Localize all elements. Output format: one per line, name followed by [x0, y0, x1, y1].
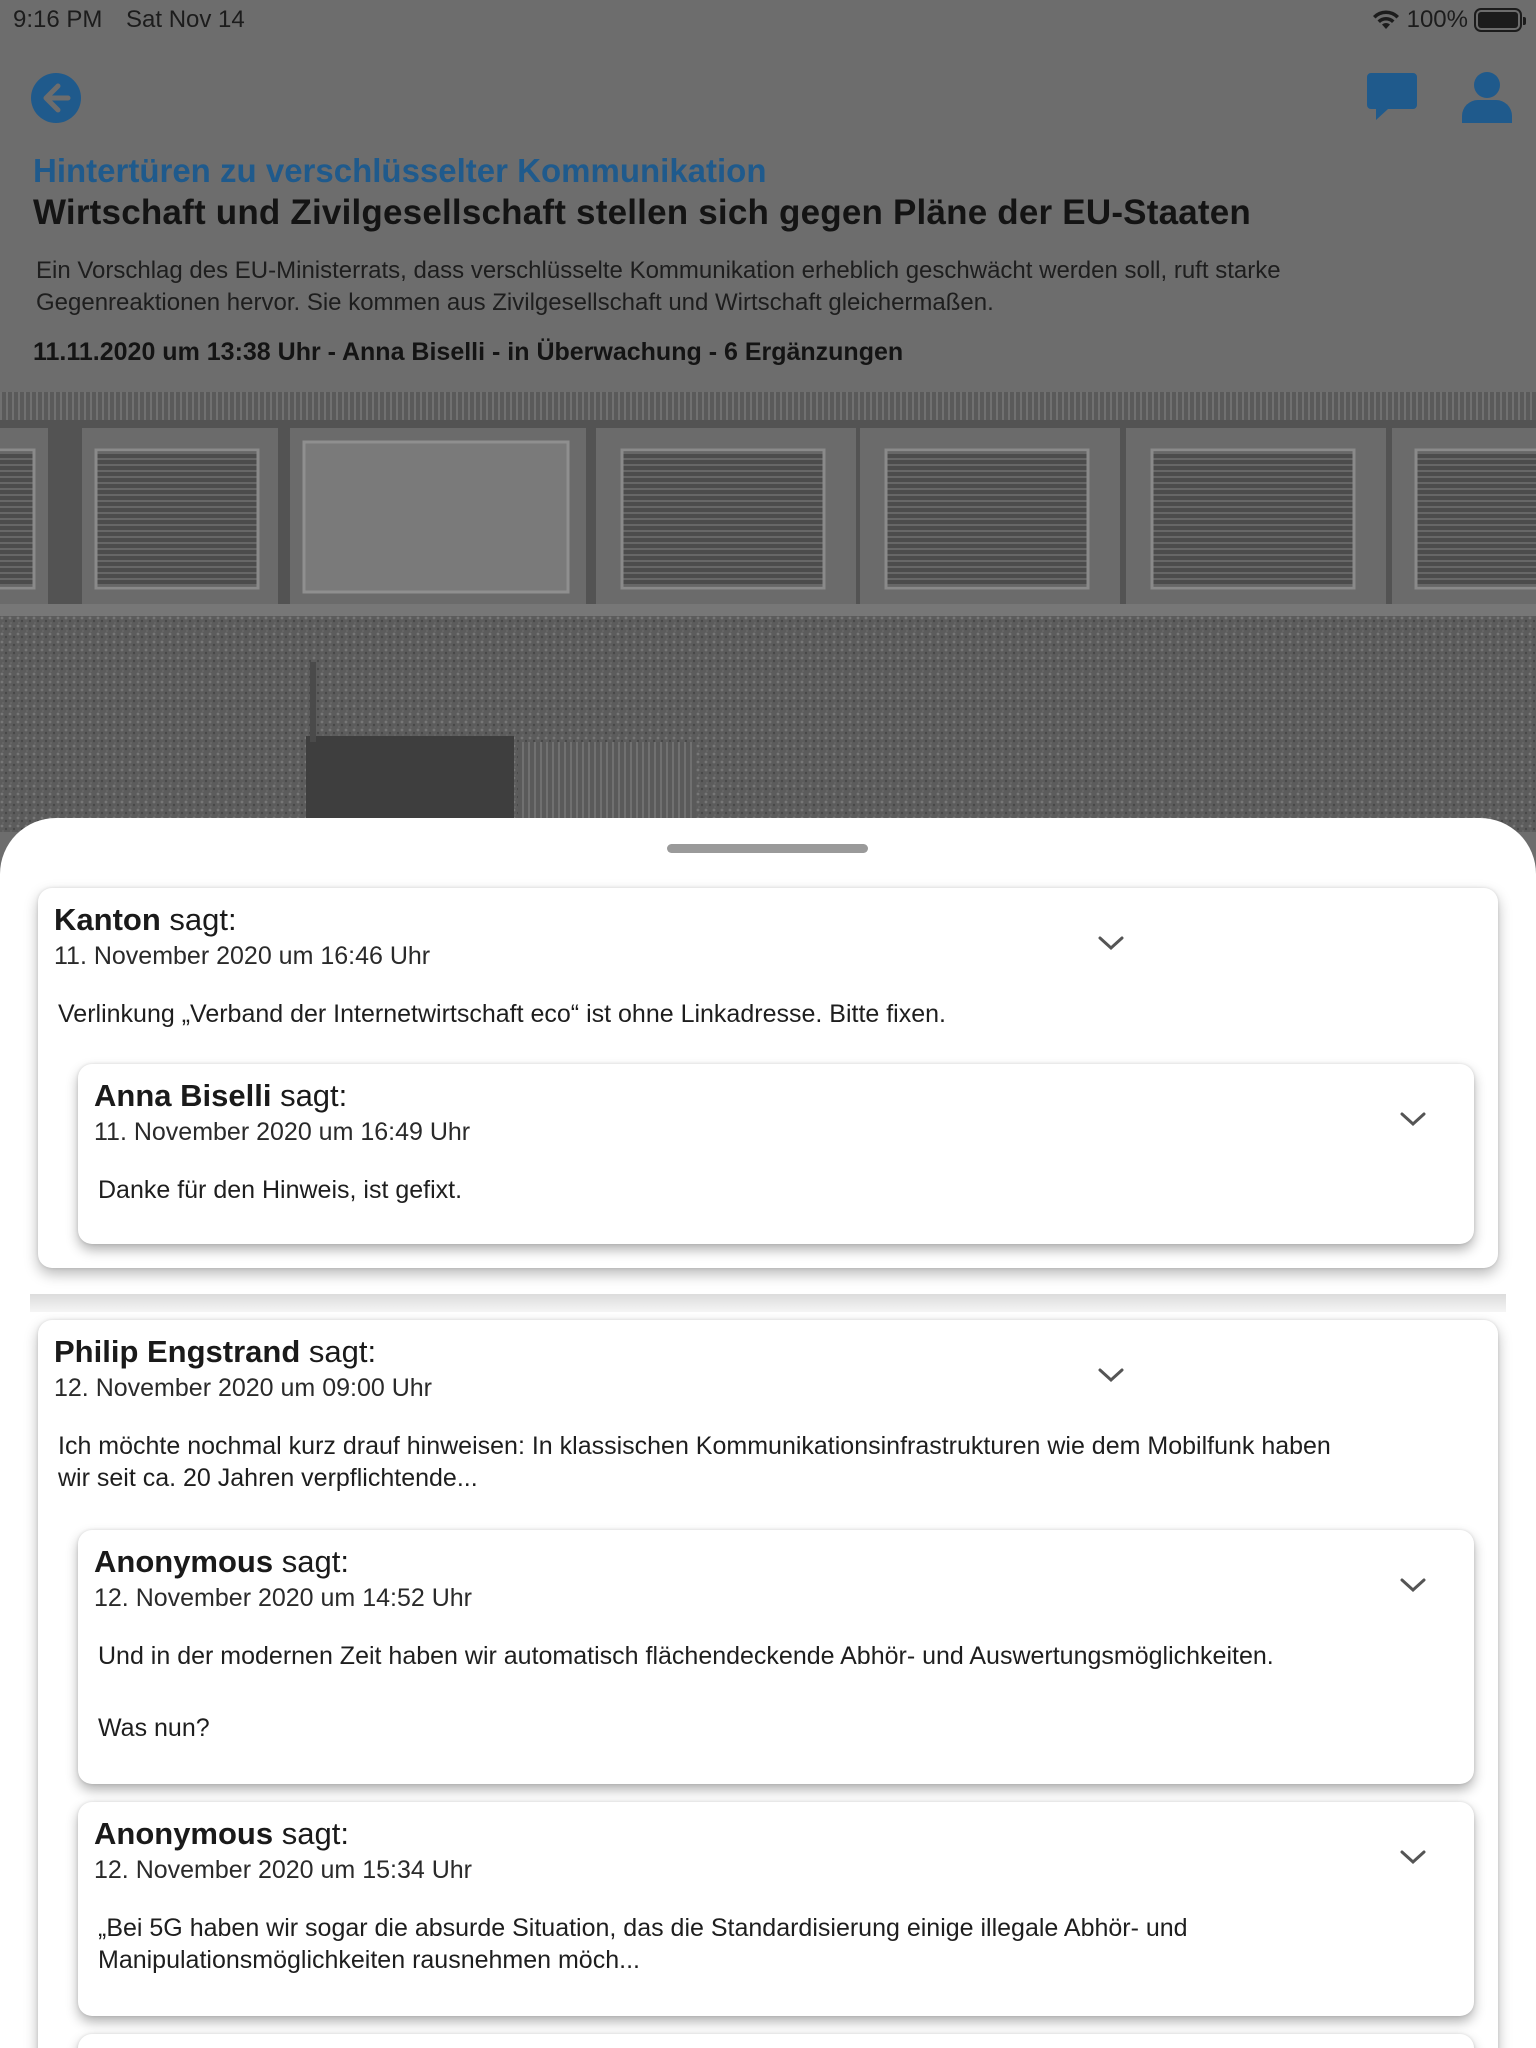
- sheet-grabber-handle[interactable]: [667, 844, 868, 853]
- comment-header: Anonymous sagt:: [94, 1544, 349, 1580]
- comment-says-label: sagt:: [280, 1078, 348, 1113]
- comment-date: 12. November 2020 um 15:34 Uhr: [94, 1856, 472, 1884]
- comment-header: Philip Engstrand sagt:: [54, 1334, 376, 1370]
- comment-card: Philip Engstrand sagt: 12. November 2020…: [38, 1320, 1498, 2048]
- comment-body-line: Manipulationsmöglichkeiten rausnehmen mö…: [98, 1946, 640, 1974]
- thread-divider: [30, 1294, 1506, 1312]
- article-headline: Wirtschaft und Zivilgesellschaft stellen…: [33, 193, 1252, 232]
- comments-sheet: Kanton sagt: 11. November 2020 um 16:46 …: [0, 818, 1536, 2048]
- comment-body-line: „Bei 5G haben wir sogar die absurde Situ…: [98, 1914, 1188, 1942]
- comment-date: 12. November 2020 um 09:00 Uhr: [54, 1374, 432, 1402]
- comment-body: Verlinkung „Verband der Internetwirtscha…: [58, 1000, 946, 1028]
- comment-says-label: sagt:: [308, 1334, 377, 1369]
- status-date: Sat Nov 14: [126, 6, 245, 33]
- reply-card: Anonymous sagt: 12. November 2020 um 14:…: [78, 1530, 1474, 1784]
- comment-card: Kanton sagt: 11. November 2020 um 16:46 …: [38, 888, 1498, 1268]
- comment-says-label: sagt:: [281, 1544, 349, 1579]
- comment-body-line: wir seit ca. 20 Jahren verpflichtende...: [58, 1464, 478, 1492]
- status-bar: 9:16 PM Sat Nov 14 100%: [0, 0, 1536, 40]
- comment-body: Und in der modernen Zeit haben wir autom…: [98, 1640, 1478, 1744]
- comment-author: Anna Biselli: [94, 1078, 272, 1113]
- comment-body-line: Ich möchte nochmal kurz drauf hinweisen:…: [58, 1432, 1331, 1460]
- article-overline: Hintertüren zu verschlüsselter Kommunika…: [33, 152, 767, 189]
- profile-button[interactable]: [1460, 70, 1514, 124]
- comment-body-line: Und in der modernen Zeit haben wir autom…: [98, 1642, 1274, 1670]
- teaser-line: Gegenreaktionen hervor. Sie kommen aus Z…: [36, 289, 994, 316]
- status-time: 9:16 PM: [13, 6, 103, 33]
- comment-header: Anonymous sagt:: [94, 1816, 349, 1852]
- chevron-down-icon[interactable]: [1398, 1575, 1428, 1595]
- app-root: 9:16 PM Sat Nov 14 100% Hintertüren zu v…: [0, 0, 1536, 2048]
- status-right: 100%: [1371, 6, 1526, 34]
- reply-card: Anna Biselli sagt: 11. November 2020 um …: [78, 1064, 1474, 1244]
- comment-author: Anonymous: [94, 1816, 274, 1851]
- comment-body: Danke für den Hinweis, ist gefixt.: [98, 1176, 463, 1204]
- article-hero-image: [0, 392, 1536, 832]
- comment-author: Kanton: [54, 902, 161, 937]
- battery-icon: [1474, 8, 1526, 32]
- comment-author: Philip Engstrand: [54, 1334, 301, 1369]
- chevron-down-icon[interactable]: [1096, 933, 1126, 953]
- back-button[interactable]: [30, 72, 82, 124]
- reply-card: Anonymous sagt: 12. November 2020 um 15:…: [78, 1802, 1474, 2016]
- comment-body: „Bei 5G haben wir sogar die absurde Situ…: [98, 1912, 1478, 1976]
- comment-date: 11. November 2020 um 16:46 Uhr: [54, 942, 431, 970]
- comment-author: Anonymous: [94, 1544, 274, 1579]
- comment-date: 12. November 2020 um 14:52 Uhr: [94, 1584, 472, 1612]
- reply-card: [78, 2034, 1474, 2048]
- comment-says-label: sagt:: [169, 902, 237, 937]
- chevron-down-icon[interactable]: [1096, 1365, 1126, 1385]
- article-teaser: Ein Vorschlag des EU-Ministerrats, dass …: [36, 255, 1496, 319]
- wifi-icon: [1372, 10, 1399, 29]
- comment-date: 11. November 2020 um 16:49 Uhr: [94, 1118, 471, 1146]
- comment-header: Anna Biselli sagt:: [94, 1078, 347, 1114]
- comment-body-line: Was nun?: [98, 1714, 210, 1742]
- teaser-line: Ein Vorschlag des EU-Ministerrats, dass …: [36, 257, 1281, 284]
- article-meta: 11.11.2020 um 13:38 Uhr - Anna Biselli -…: [33, 338, 904, 366]
- comments-button[interactable]: [1366, 70, 1418, 122]
- comment-body: Ich möchte nochmal kurz drauf hinweisen:…: [58, 1430, 1438, 1494]
- comment-header: Kanton sagt:: [54, 902, 237, 938]
- chevron-down-icon[interactable]: [1398, 1847, 1428, 1867]
- battery-percentage: 100%: [1406, 6, 1468, 33]
- chevron-down-icon[interactable]: [1398, 1109, 1428, 1129]
- comment-says-label: sagt:: [281, 1816, 349, 1851]
